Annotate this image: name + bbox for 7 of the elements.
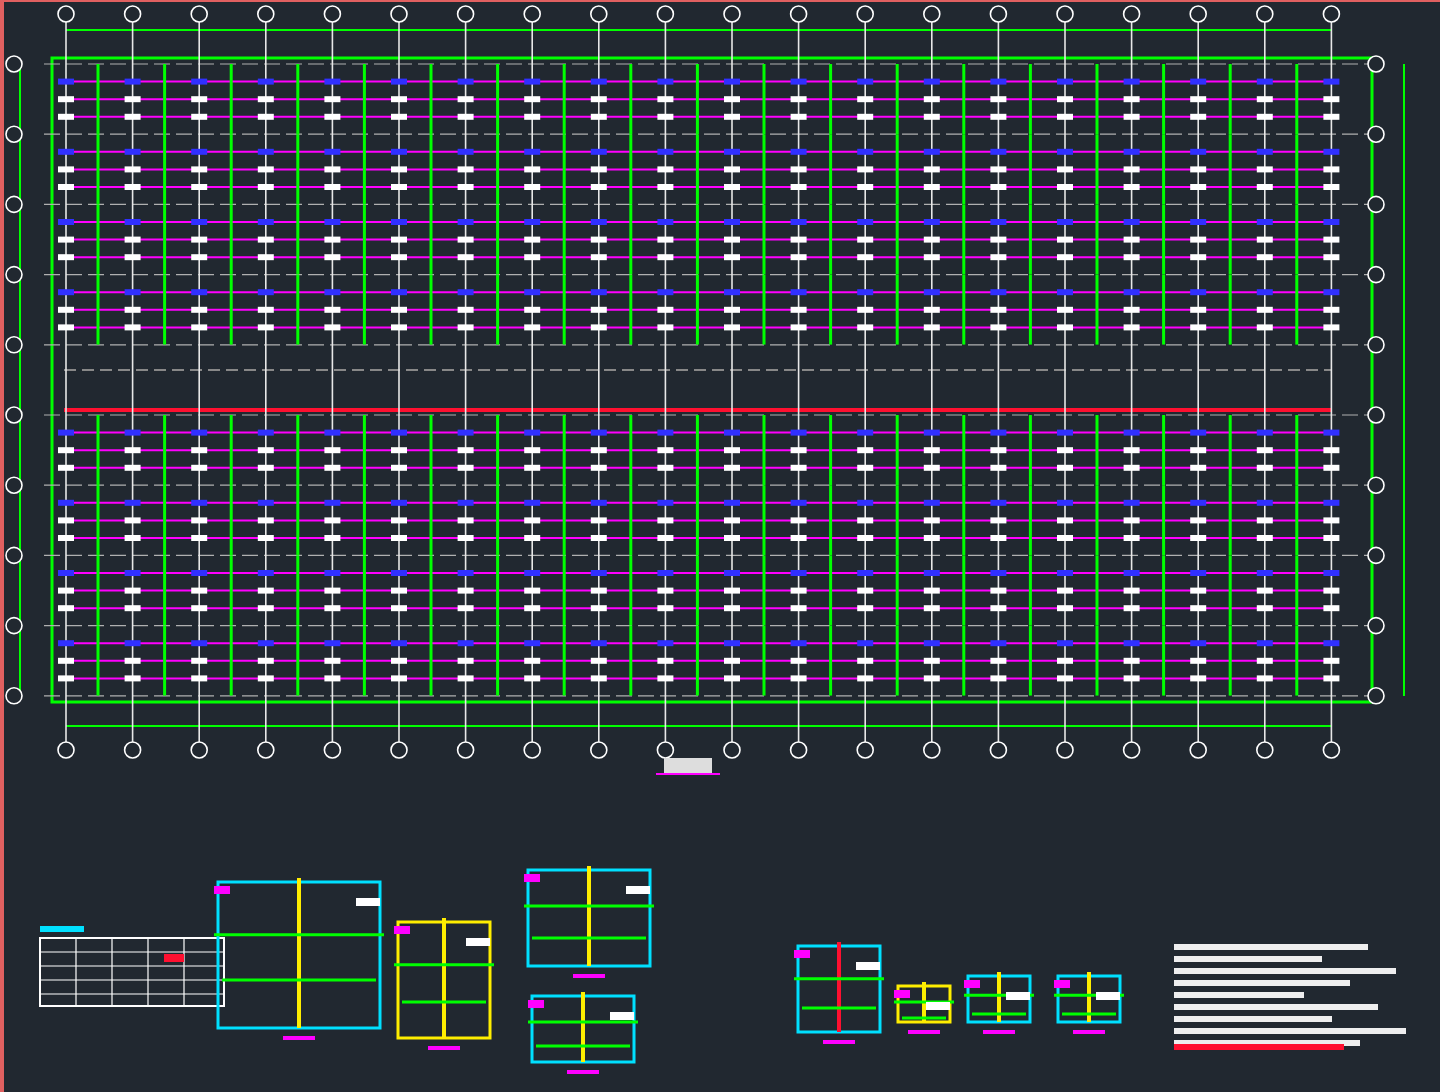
bracing-detail-drawing [394,918,494,1050]
section-detail-drawing [964,972,1034,1034]
joint-detail-drawing [528,992,638,1074]
base-detail-drawing [794,942,884,1044]
section-detail-drawing [524,866,654,978]
bracing-detail-drawing [894,982,954,1034]
section-detail-drawing [1054,972,1124,1034]
